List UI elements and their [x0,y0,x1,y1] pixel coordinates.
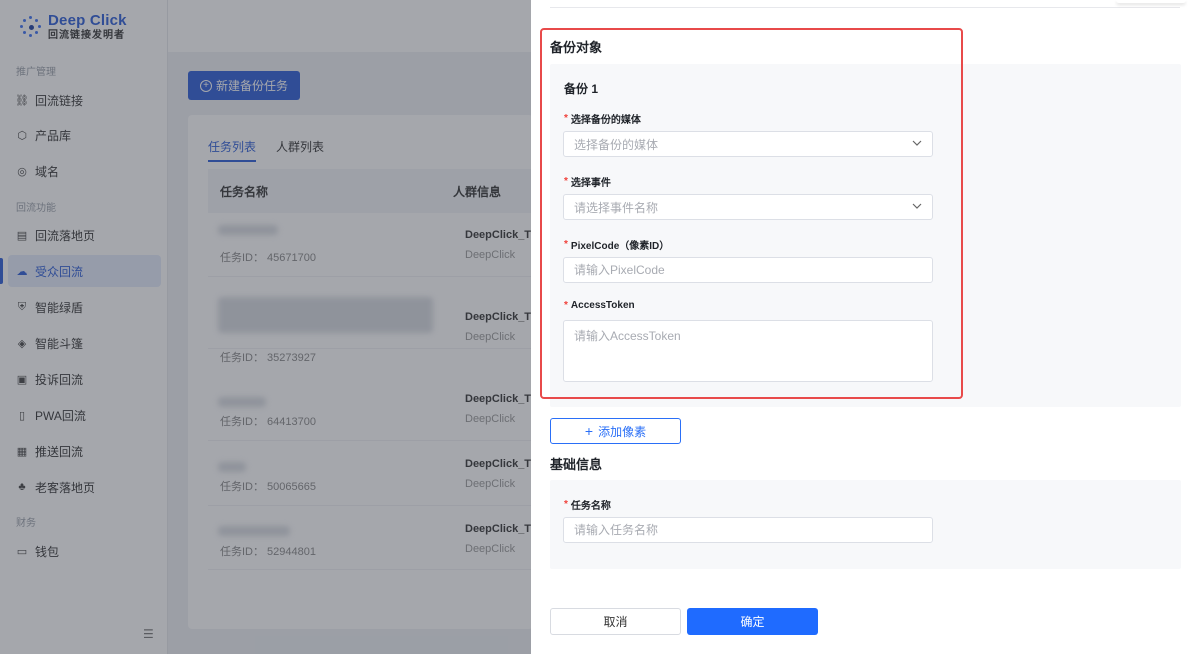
backup-item-title: 备份 1 [564,82,599,96]
task-name-label: * 任务名称 [564,497,611,512]
required-mark: * [564,300,568,311]
access-token-label-text: AccessToken [570,300,635,311]
media-label-text: 选择备份的媒体 [570,115,641,126]
pixel-code-label: * PixelCode（像素ID） [564,237,669,252]
pixel-code-input[interactable] [563,257,933,283]
event-select[interactable]: 请选择事件名称 [563,194,933,220]
add-pixel-button[interactable]: + 添加像素 [550,418,681,444]
required-mark: * [564,113,568,124]
backup-section-title: 备份对象 [550,40,603,55]
cancel-button[interactable]: 取消 [550,608,681,635]
access-token-textarea[interactable] [563,320,933,382]
required-mark: * [564,176,568,187]
basic-info-section-title: 基础信息 [550,457,603,472]
task-name-input[interactable] [563,517,933,543]
access-token-label: * AccessToken [564,300,635,311]
required-mark: * [564,499,568,510]
add-pixel-label: 添加像素 [598,424,647,439]
chevron-down-icon [912,138,922,151]
confirm-button[interactable]: 确定 [687,608,818,635]
required-mark: * [564,239,568,250]
task-name-label-text: 任务名称 [570,501,611,512]
plus-icon: + [584,423,594,439]
pixel-code-label-text: PixelCode（像素ID） [570,241,670,252]
drawer-top-shadow [1116,0,1186,3]
media-select-placeholder: 选择备份的媒体 [574,137,659,152]
modal-overlay[interactable] [0,0,531,654]
event-label: * 选择事件 [564,174,611,189]
media-select[interactable]: 选择备份的媒体 [563,131,933,157]
chevron-down-icon [912,201,922,214]
drawer-top-divider [550,0,1180,8]
event-label-text: 选择事件 [570,178,611,189]
event-select-placeholder: 请选择事件名称 [574,200,659,215]
media-label: * 选择备份的媒体 [564,111,641,126]
